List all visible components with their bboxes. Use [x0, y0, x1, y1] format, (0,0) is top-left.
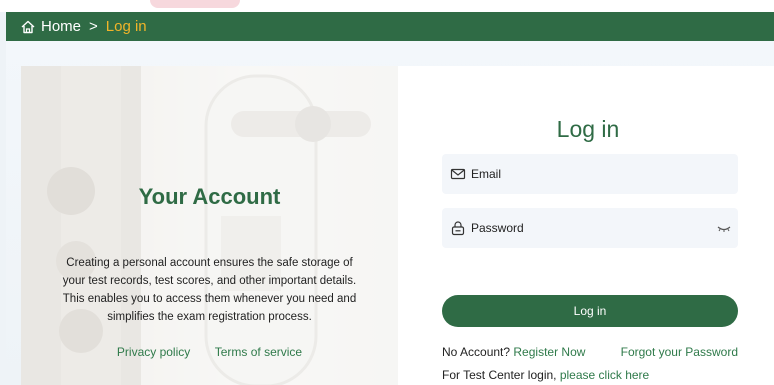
eye-closed-icon[interactable]	[716, 220, 732, 236]
policy-links: Privacy policy Terms of service	[21, 345, 398, 359]
terms-of-service-link[interactable]: Terms of service	[215, 345, 302, 359]
privacy-policy-link[interactable]: Privacy policy	[117, 345, 190, 359]
account-description: Creating a personal account ensures the …	[43, 254, 376, 326]
top-strip	[0, 0, 774, 12]
password-field[interactable]	[442, 208, 738, 248]
register-now-link[interactable]: Register Now	[513, 345, 585, 359]
register-prompt: No Account? Register Now	[442, 345, 585, 359]
login-panel: Log in Log in	[398, 66, 774, 385]
home-icon[interactable]	[20, 19, 36, 35]
lock-icon	[450, 220, 466, 236]
description-line: Creating a personal account ensures the …	[66, 257, 353, 269]
email-input[interactable]	[471, 167, 691, 181]
login-button[interactable]: Log in	[442, 295, 738, 327]
password-input[interactable]	[471, 221, 691, 235]
breadcrumb-home[interactable]: Home	[41, 18, 81, 35]
mail-icon	[450, 166, 466, 182]
top-decoration	[150, 0, 240, 8]
test-center-login: For Test Center login, please click here	[442, 368, 738, 382]
account-links: No Account? Register Now Forgot your Pas…	[442, 345, 738, 359]
test-center-text: For Test Center login,	[442, 368, 557, 382]
no-account-text: No Account?	[442, 345, 511, 359]
email-field[interactable]	[442, 154, 738, 194]
breadcrumb-current: Log in	[105, 18, 147, 35]
description-line: your test records, test scores, and othe…	[62, 275, 357, 287]
account-info-panel: Your Account Creating a personal account…	[21, 66, 398, 385]
login-title: Log in	[556, 116, 620, 142]
account-title: Your Account	[138, 184, 281, 209]
description-line: This enables you to access them whenever…	[62, 293, 357, 305]
test-center-link[interactable]: please click here	[560, 368, 649, 382]
breadcrumb: Home > Log in	[6, 12, 774, 41]
breadcrumb-separator: >	[89, 18, 98, 35]
description-line: simplifies the exam registration process…	[107, 311, 312, 323]
forgot-password-link[interactable]: Forgot your Password	[621, 345, 738, 359]
